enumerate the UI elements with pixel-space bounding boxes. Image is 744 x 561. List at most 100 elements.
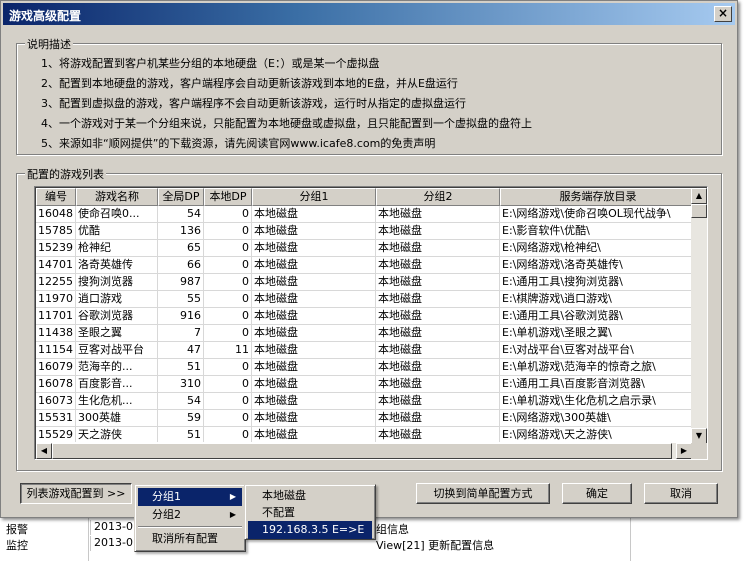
cell-name: 枪神纪 <box>76 240 158 257</box>
title-bar[interactable]: 游戏高级配置 × <box>3 3 735 25</box>
menu-item-label: 分组2 <box>152 508 181 521</box>
cell-local-dp: 0 <box>204 410 252 427</box>
table-row[interactable]: 11701 谷歌浏览器 916 0 本地磁盘 本地磁盘 E:\通用工具\谷歌浏览器\ <box>36 308 696 325</box>
scroll-left-icon[interactable]: ◀ <box>36 443 52 459</box>
column-header-id[interactable]: 编号 <box>36 188 76 206</box>
cell-group1: 本地磁盘 <box>252 359 376 376</box>
cell-global-dp: 47 <box>158 342 204 359</box>
ok-button[interactable]: 确定 <box>562 483 632 504</box>
cell-group2: 本地磁盘 <box>376 206 500 223</box>
cell-group2: 本地磁盘 <box>376 223 500 240</box>
cell-group2: 本地磁盘 <box>376 342 500 359</box>
table-row[interactable]: 16078 百度影音... 310 0 本地磁盘 本地磁盘 E:\通用工具\百度影音浏览器\ <box>36 376 696 393</box>
column-header-name[interactable]: 游戏名称 <box>76 188 158 206</box>
list-header: 编号 游戏名称 全局DP 本地DP 分组1 分组2 服务端存放目录 <box>36 188 696 206</box>
switch-simple-mode-button[interactable]: 切换到简单配置方式 <box>416 483 550 504</box>
submenu-item-local-disk[interactable]: 本地磁盘 <box>248 487 372 505</box>
menu-separator <box>138 526 242 528</box>
table-row[interactable]: 12255 搜狗浏览器 987 0 本地磁盘 本地磁盘 E:\通用工具\搜狗浏览器\ <box>36 274 696 291</box>
game-list-view[interactable]: 编号 游戏名称 全局DP 本地DP 分组1 分组2 服务端存放目录 16048 使… <box>34 186 708 460</box>
scroll-down-icon[interactable]: ▼ <box>691 428 707 444</box>
submenu-item-no-config[interactable]: 不配置 <box>248 504 372 522</box>
menu-item-label: 取消所有配置 <box>152 532 218 545</box>
vertical-scroll-thumb[interactable] <box>691 204 707 218</box>
cell-id: 15531 <box>36 410 76 427</box>
cell-group1: 本地磁盘 <box>252 410 376 427</box>
cell-global-dp: 51 <box>158 427 204 442</box>
cell-name: 豆客对战平台 <box>76 342 158 359</box>
vertical-scrollbar[interactable]: ▲ ▼ <box>691 188 707 444</box>
config-list-to-button[interactable]: 列表游戏配置到 >> <box>20 483 132 504</box>
cell-group2: 本地磁盘 <box>376 359 500 376</box>
cell-group1: 本地磁盘 <box>252 223 376 240</box>
menu-item-clear-all[interactable]: 取消所有配置 <box>138 530 242 548</box>
cell-local-dp: 0 <box>204 274 252 291</box>
submenu-item-label: 本地磁盘 <box>262 489 306 502</box>
cell-id: 16073 <box>36 393 76 410</box>
description-legend: 说明描述 <box>25 36 73 52</box>
cell-group1: 本地磁盘 <box>252 393 376 410</box>
cell-server-dir: E:\网络游戏\洛奇英雄传\ <box>500 257 696 274</box>
horizontal-scrollbar[interactable]: ◀ ▶ <box>36 443 692 459</box>
submenu-arrow-icon: ▶ <box>229 492 236 501</box>
cell-id: 14701 <box>36 257 76 274</box>
menu-item-group2[interactable]: 分组2 ▶ <box>138 506 242 524</box>
cell-name: 圣眼之翼 <box>76 325 158 342</box>
scroll-right-icon[interactable]: ▶ <box>676 443 692 459</box>
cell-global-dp: 54 <box>158 393 204 410</box>
table-row[interactable]: 15531 300英雄 59 0 本地磁盘 本地磁盘 E:\网络游戏\300英雄\ <box>36 410 696 427</box>
scroll-up-icon[interactable]: ▲ <box>691 188 707 204</box>
menu-item-label: 分组1 <box>152 490 181 503</box>
cell-name: 百度影音... <box>76 376 158 393</box>
table-row[interactable]: 15785 优酷 136 0 本地磁盘 本地磁盘 E:\影音软件\优酷\ <box>36 223 696 240</box>
cell-name: 生化危机... <box>76 393 158 410</box>
description-line: 3、配置到虚拟盘的游戏，客户端程序不会自动更新该游戏，运行时从指定的虚拟盘运行 <box>41 97 466 110</box>
cell-server-dir: E:\网络游戏\300英雄\ <box>500 410 696 427</box>
cell-id: 12255 <box>36 274 76 291</box>
submenu-item-label: 192.168.3.5 E=>E <box>262 523 365 536</box>
game-list-legend: 配置的游戏列表 <box>25 166 106 182</box>
column-header-server-dir[interactable]: 服务端存放目录 <box>500 188 696 206</box>
cell-local-dp: 0 <box>204 240 252 257</box>
table-row[interactable]: 15239 枪神纪 65 0 本地磁盘 本地磁盘 E:\网络游戏\枪神纪\ <box>36 240 696 257</box>
menu-item-group1[interactable]: 分组1 ▶ <box>138 488 242 506</box>
cell-group1: 本地磁盘 <box>252 206 376 223</box>
column-header-group1[interactable]: 分组1 <box>252 188 376 206</box>
column-header-group2[interactable]: 分组2 <box>376 188 500 206</box>
background-row-text: 组信息 <box>376 523 409 536</box>
table-row[interactable]: 15529 天之游侠 51 0 本地磁盘 本地磁盘 E:\网络游戏\天之游侠\ <box>36 427 696 442</box>
scrollbar-corner <box>691 443 707 459</box>
list-body: 16048 使命召唤0... 54 0 本地磁盘 本地磁盘 E:\网络游戏\使命召唤OL现代… <box>36 206 696 442</box>
cell-global-dp: 55 <box>158 291 204 308</box>
table-row[interactable]: 16079 范海辛的... 51 0 本地磁盘 本地磁盘 E:\单机游戏\范海辛的惊奇之旅\ <box>36 359 696 376</box>
cell-group2: 本地磁盘 <box>376 376 500 393</box>
table-row[interactable]: 11154 豆客对战平台 47 11 本地磁盘 本地磁盘 E:\对战平台\豆客对战平台\ <box>36 342 696 359</box>
table-row[interactable]: 11438 圣眼之翼 7 0 本地磁盘 本地磁盘 E:\单机游戏\圣眼之翼\ <box>36 325 696 342</box>
description-line: 5、来源如非“顺网提供”的下载资源，请先阅读官网www.icafe8.com的免… <box>41 137 436 150</box>
cell-id: 11154 <box>36 342 76 359</box>
cell-name: 逍口游戏 <box>76 291 158 308</box>
cell-server-dir: E:\通用工具\搜狗浏览器\ <box>500 274 696 291</box>
window-title: 游戏高级配置 <box>9 9 82 23</box>
cell-group1: 本地磁盘 <box>252 427 376 442</box>
column-header-local-dp[interactable]: 本地DP <box>204 188 252 206</box>
table-row[interactable]: 11970 逍口游戏 55 0 本地磁盘 本地磁盘 E:\棋牌游戏\逍口游戏\ <box>36 291 696 308</box>
close-button[interactable]: × <box>714 6 732 22</box>
background-row-text: View[21] 更新配置信息 <box>376 539 495 552</box>
cancel-button[interactable]: 取消 <box>644 483 718 504</box>
table-row[interactable]: 14701 洛奇英雄传 66 0 本地磁盘 本地磁盘 E:\网络游戏\洛奇英雄传\ <box>36 257 696 274</box>
cell-server-dir: E:\单机游戏\圣眼之翼\ <box>500 325 696 342</box>
cell-group2: 本地磁盘 <box>376 393 500 410</box>
description-group: 说明描述 1、将游戏配置到客户机某些分组的本地硬盘（E：）或是某一个虚拟盘 2、… <box>16 36 722 155</box>
table-row[interactable]: 16073 生化危机... 54 0 本地磁盘 本地磁盘 E:\单机游戏\生化危机之启示录\ <box>36 393 696 410</box>
column-header-global-dp[interactable]: 全局DP <box>158 188 204 206</box>
table-row[interactable]: 16048 使命召唤0... 54 0 本地磁盘 本地磁盘 E:\网络游戏\使命召唤OL现代… <box>36 206 696 223</box>
cell-server-dir: E:\网络游戏\天之游侠\ <box>500 427 696 442</box>
cell-id: 11438 <box>36 325 76 342</box>
cell-group1: 本地磁盘 <box>252 257 376 274</box>
close-icon: × <box>717 6 729 20</box>
cell-name: 搜狗浏览器 <box>76 274 158 291</box>
submenu-item-virtual-disk[interactable]: 192.168.3.5 E=>E <box>248 521 372 539</box>
horizontal-scroll-thumb[interactable] <box>52 443 672 459</box>
background-row-label: 报警 <box>6 523 28 536</box>
